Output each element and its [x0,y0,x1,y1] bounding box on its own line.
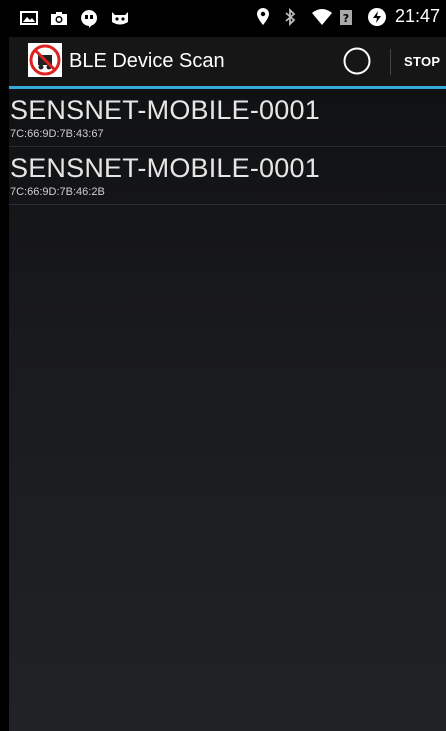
camera-icon [49,8,69,28]
app-logo-icon[interactable] [28,43,62,77]
data-saver-icon [367,7,387,27]
wifi-icon [311,7,332,27]
location-icon [255,7,275,27]
device-list-item[interactable]: SENSNET-MOBILE-0001 7C:66:9D:7B:46:2B [9,147,446,205]
status-time: 21:47 [394,6,440,26]
scanning-progress-spinner [342,46,372,76]
hangouts-icon [79,8,99,28]
device-name: SENSNET-MOBILE-0001 [10,95,320,125]
phone-screen: ? 21:47 BLE Device Scan STOP SENSNET-MOB… [0,0,446,731]
device-address: 7C:66:9D:7B:46:2B [10,186,105,198]
svg-text:?: ? [343,12,349,25]
device-name: SENSNET-MOBILE-0001 [10,153,320,183]
action-bar: BLE Device Scan STOP [9,37,446,86]
device-address: 7C:66:9D:7B:43:67 [10,128,104,140]
cyanogenmod-icon [109,8,129,28]
bluetooth-icon [283,7,303,27]
gallery-icon [19,8,39,28]
action-bar-divider [390,49,391,75]
device-list-item[interactable]: SENSNET-MOBILE-0001 7C:66:9D:7B:43:67 [9,89,446,147]
no-sim-icon: ? [339,7,359,27]
status-bar: ? 21:47 [9,0,446,37]
stop-scan-button[interactable]: STOP [404,54,440,69]
page-title: BLE Device Scan [69,50,225,72]
device-list: SENSNET-MOBILE-0001 7C:66:9D:7B:43:67 SE… [9,89,446,731]
